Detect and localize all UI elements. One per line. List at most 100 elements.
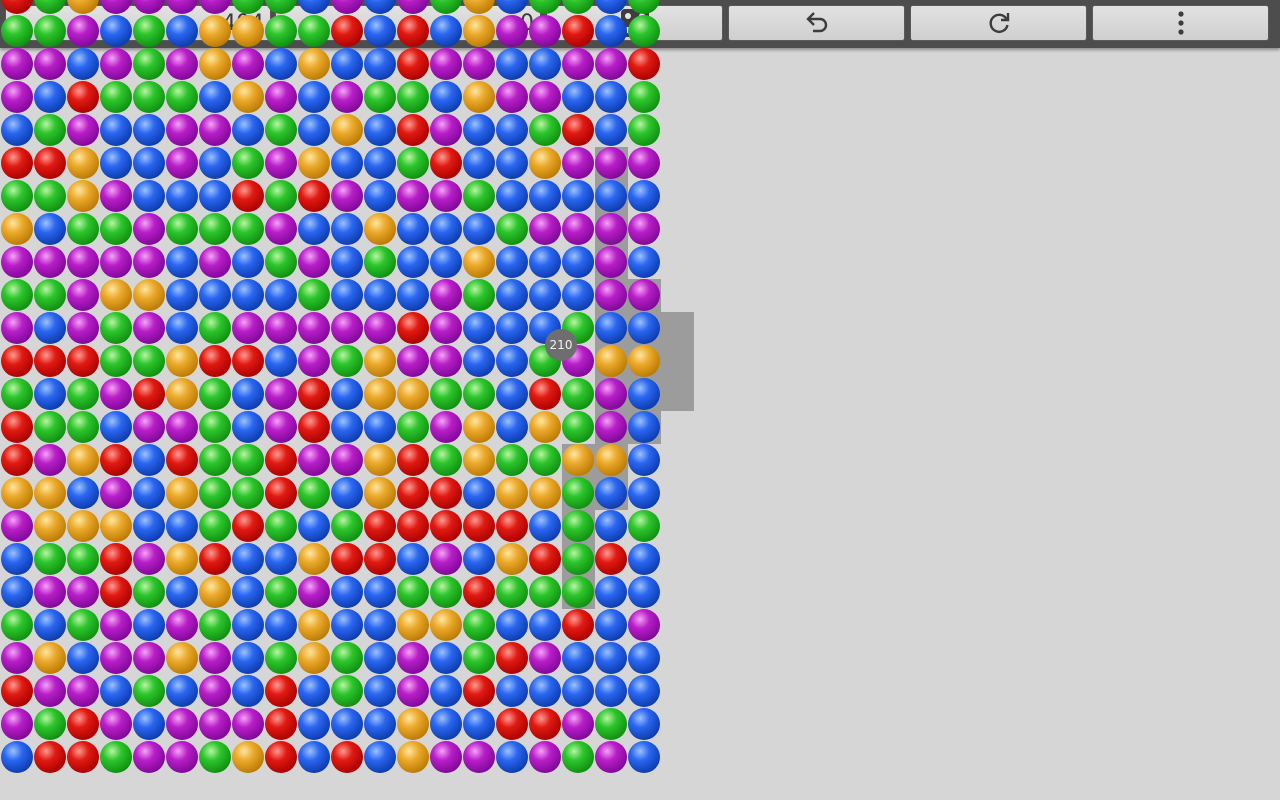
ball-purple[interactable] (67, 312, 99, 344)
ball-green[interactable] (67, 213, 99, 245)
ball-purple[interactable] (100, 477, 132, 509)
ball-red[interactable] (628, 48, 660, 80)
ball-blue[interactable] (331, 213, 363, 245)
ball-blue[interactable] (364, 48, 396, 80)
ball-blue[interactable] (463, 114, 495, 146)
ball-blue[interactable] (331, 576, 363, 608)
ball-orange[interactable] (364, 378, 396, 410)
ball-purple[interactable] (67, 15, 99, 47)
ball-orange[interactable] (1, 477, 33, 509)
ball-purple[interactable] (595, 246, 627, 278)
ball-green[interactable] (100, 81, 132, 113)
ball-purple[interactable] (529, 642, 561, 674)
ball-orange[interactable] (364, 345, 396, 377)
ball-blue[interactable] (364, 15, 396, 47)
ball-blue[interactable] (232, 114, 264, 146)
ball-orange[interactable] (67, 510, 99, 542)
ball-red[interactable] (265, 477, 297, 509)
ball-blue[interactable] (298, 510, 330, 542)
ball-red[interactable] (265, 741, 297, 773)
ball-green[interactable] (298, 279, 330, 311)
ball-purple[interactable] (67, 576, 99, 608)
ball-red[interactable] (265, 444, 297, 476)
ball-blue[interactable] (166, 180, 198, 212)
ball-purple[interactable] (166, 609, 198, 641)
ball-purple[interactable] (595, 378, 627, 410)
ball-purple[interactable] (166, 48, 198, 80)
ball-blue[interactable] (628, 576, 660, 608)
ball-purple[interactable] (298, 312, 330, 344)
ball-orange[interactable] (1, 213, 33, 245)
ball-green[interactable] (133, 576, 165, 608)
ball-blue[interactable] (67, 642, 99, 674)
ball-blue[interactable] (496, 147, 528, 179)
ball-purple[interactable] (628, 609, 660, 641)
ball-purple[interactable] (1, 81, 33, 113)
ball-red[interactable] (496, 510, 528, 542)
ball-green[interactable] (265, 15, 297, 47)
ball-purple[interactable] (133, 411, 165, 443)
ball-purple[interactable] (100, 48, 132, 80)
ball-blue[interactable] (232, 378, 264, 410)
ball-blue[interactable] (364, 576, 396, 608)
ball-blue[interactable] (595, 114, 627, 146)
ball-green[interactable] (199, 312, 231, 344)
ball-blue[interactable] (463, 543, 495, 575)
ball-green[interactable] (199, 213, 231, 245)
ball-blue[interactable] (628, 444, 660, 476)
ball-blue[interactable] (430, 213, 462, 245)
ball-blue[interactable] (331, 279, 363, 311)
ball-green[interactable] (397, 411, 429, 443)
ball-blue[interactable] (232, 543, 264, 575)
ball-purple[interactable] (1, 708, 33, 740)
ball-purple[interactable] (331, 444, 363, 476)
ball-green[interactable] (463, 180, 495, 212)
ball-purple[interactable] (199, 642, 231, 674)
ball-green[interactable] (463, 609, 495, 641)
ball-green[interactable] (562, 510, 594, 542)
ball-purple[interactable] (34, 48, 66, 80)
ball-purple[interactable] (364, 312, 396, 344)
ball-blue[interactable] (595, 642, 627, 674)
ball-blue[interactable] (232, 246, 264, 278)
ball-blue[interactable] (232, 642, 264, 674)
ball-green[interactable] (463, 378, 495, 410)
ball-blue[interactable] (496, 345, 528, 377)
ball-blue[interactable] (595, 15, 627, 47)
ball-orange[interactable] (34, 642, 66, 674)
ball-orange[interactable] (232, 741, 264, 773)
ball-blue[interactable] (199, 81, 231, 113)
ball-blue[interactable] (562, 279, 594, 311)
ball-green[interactable] (1, 15, 33, 47)
ball-green[interactable] (298, 477, 330, 509)
ball-green[interactable] (232, 477, 264, 509)
ball-blue[interactable] (331, 147, 363, 179)
ball-orange[interactable] (463, 411, 495, 443)
ball-green[interactable] (265, 642, 297, 674)
ball-green[interactable] (397, 147, 429, 179)
ball-purple[interactable] (34, 675, 66, 707)
ball-purple[interactable] (496, 81, 528, 113)
ball-blue[interactable] (331, 609, 363, 641)
ball-blue[interactable] (628, 312, 660, 344)
ball-blue[interactable] (496, 675, 528, 707)
ball-red[interactable] (496, 642, 528, 674)
ball-red[interactable] (34, 345, 66, 377)
ball-green[interactable] (529, 576, 561, 608)
ball-red[interactable] (397, 510, 429, 542)
ball-green[interactable] (562, 411, 594, 443)
ball-red[interactable] (529, 378, 561, 410)
ball-blue[interactable] (166, 576, 198, 608)
ball-blue[interactable] (562, 642, 594, 674)
ball-red[interactable] (397, 114, 429, 146)
ball-red[interactable] (529, 708, 561, 740)
ball-red[interactable] (430, 510, 462, 542)
ball-blue[interactable] (529, 675, 561, 707)
ball-green[interactable] (463, 279, 495, 311)
ball-blue[interactable] (364, 279, 396, 311)
ball-red[interactable] (1, 345, 33, 377)
ball-green[interactable] (1, 609, 33, 641)
ball-blue[interactable] (1, 741, 33, 773)
ball-green[interactable] (496, 444, 528, 476)
ball-red[interactable] (67, 345, 99, 377)
